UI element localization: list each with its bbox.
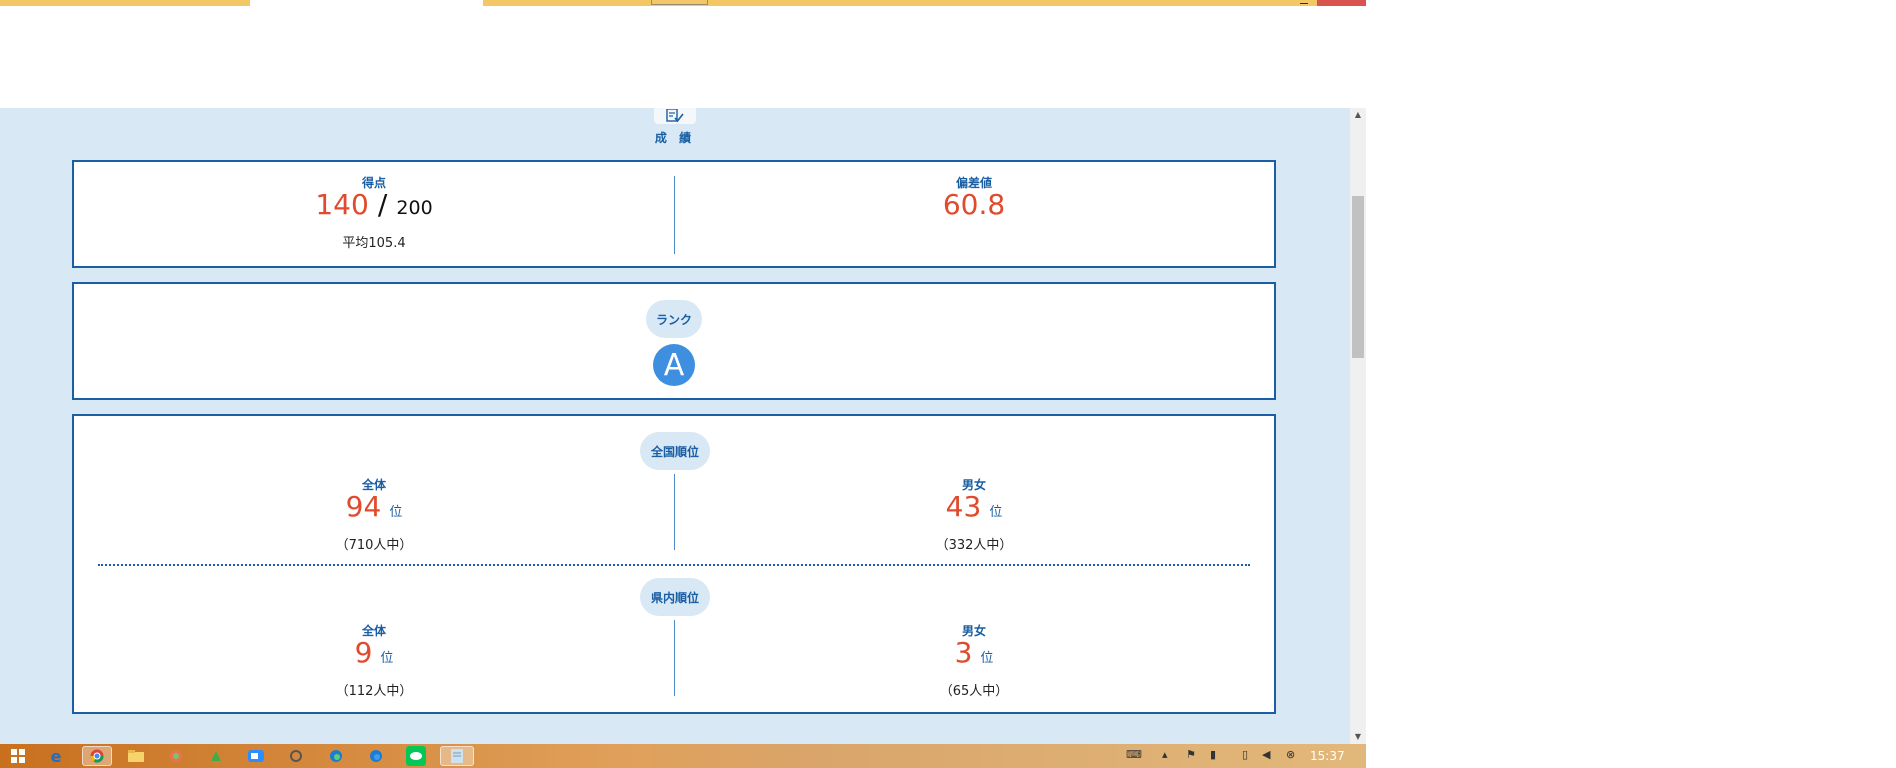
scroll-down-icon[interactable]: ▼ xyxy=(1350,730,1366,744)
prefecture-overall-value: 9 xyxy=(354,636,373,669)
national-gender-row: 43 位 xyxy=(874,490,1074,523)
divider xyxy=(674,620,675,696)
national-gender-unit: 位 xyxy=(989,505,1003,520)
prefecture-overall-row: 9位 xyxy=(274,636,474,669)
divider xyxy=(674,176,675,254)
national-overall-unit: 位 xyxy=(389,505,403,520)
volume-icon[interactable]: ◀ xyxy=(1262,748,1270,761)
folder-icon[interactable] xyxy=(126,746,146,766)
national-gender-value: 43 xyxy=(945,490,982,523)
window-frame-button[interactable] xyxy=(651,0,708,5)
app-icon[interactable] xyxy=(206,746,226,766)
national-overall-value: 94 xyxy=(345,490,382,523)
prefecture-gender-row: 3位 xyxy=(874,636,1074,669)
line-icon[interactable] xyxy=(406,746,426,766)
battery-icon[interactable]: ▯ xyxy=(1242,748,1248,761)
score-average: 平均105.4 xyxy=(342,236,406,251)
results-page: 成 績 得点 140 / 200 平均105.4 偏差値 60.8 ランク A … xyxy=(0,108,1350,744)
flag-icon[interactable]: ⚑ xyxy=(1186,748,1196,761)
section-title: 成 績 xyxy=(654,131,696,145)
page-header xyxy=(0,6,1350,108)
score-max: 200 xyxy=(396,197,433,219)
prefecture-overall-total: （112人中） xyxy=(335,684,413,699)
edge-icon[interactable] xyxy=(326,746,346,766)
score-separator: / xyxy=(377,188,388,221)
scroll-thumb[interactable] xyxy=(1352,196,1364,358)
edge-icon[interactable] xyxy=(366,746,386,766)
prefecture-gender-total: （65人中） xyxy=(939,684,1009,699)
clock[interactable]: 15:37 xyxy=(1310,749,1345,763)
minimize-icon[interactable] xyxy=(1300,3,1308,4)
keyboard-icon[interactable]: ⌨ xyxy=(1126,748,1142,761)
photos-icon[interactable] xyxy=(166,746,186,766)
score-card: 得点 140 / 200 平均105.4 偏差値 60.8 xyxy=(72,160,1276,268)
network-icon[interactable]: ▮ xyxy=(1210,748,1216,761)
error-icon[interactable]: ⊗ xyxy=(1286,748,1295,761)
national-rank-pill: 全国順位 xyxy=(640,432,710,470)
prefecture-overall-unit: 位 xyxy=(380,651,394,666)
rank-card: ランク A xyxy=(72,282,1276,400)
taskbar: e ⌨ ▴ ⚑ ▮ ▯ ◀ ⊗ 15:37 xyxy=(0,744,1366,768)
divider xyxy=(674,474,675,550)
ranking-card: 全国順位 全体 94 位 （710人中） 男女 43 位 （332人中） 県内順位 … xyxy=(72,414,1276,714)
prefecture-gender-unit: 位 xyxy=(980,651,994,666)
start-icon[interactable] xyxy=(8,746,28,766)
prefecture-rank-pill: 県内順位 xyxy=(640,578,710,616)
score-value: 140 xyxy=(315,188,369,221)
rank-pill: ランク xyxy=(646,300,702,338)
deviation-value: 60.8 xyxy=(942,188,1006,221)
dotted-separator xyxy=(98,564,1250,566)
desktop-blank-area xyxy=(1366,0,1896,768)
zoom-icon[interactable] xyxy=(246,746,266,766)
vertical-scrollbar[interactable]: ▲ ▼ xyxy=(1350,108,1366,744)
tool-icon[interactable] xyxy=(286,746,306,766)
scroll-up-icon[interactable]: ▲ xyxy=(1350,108,1366,122)
score-value-row: 140 / 200 xyxy=(274,188,474,221)
show-hidden-icons[interactable]: ▴ xyxy=(1162,748,1168,761)
national-gender-total: （332人中） xyxy=(935,538,1013,553)
rank-grade-badge: A xyxy=(653,344,695,386)
national-overall-total: （710人中） xyxy=(335,538,413,553)
deviation-value-row: 60.8 xyxy=(874,188,1074,221)
national-overall-row: 94 位 xyxy=(274,490,474,523)
chrome-icon[interactable] xyxy=(82,746,112,766)
checklist-icon xyxy=(654,108,696,124)
ie-icon[interactable]: e xyxy=(46,746,66,766)
notepad-icon[interactable] xyxy=(440,746,474,766)
prefecture-gender-value: 3 xyxy=(954,636,973,669)
